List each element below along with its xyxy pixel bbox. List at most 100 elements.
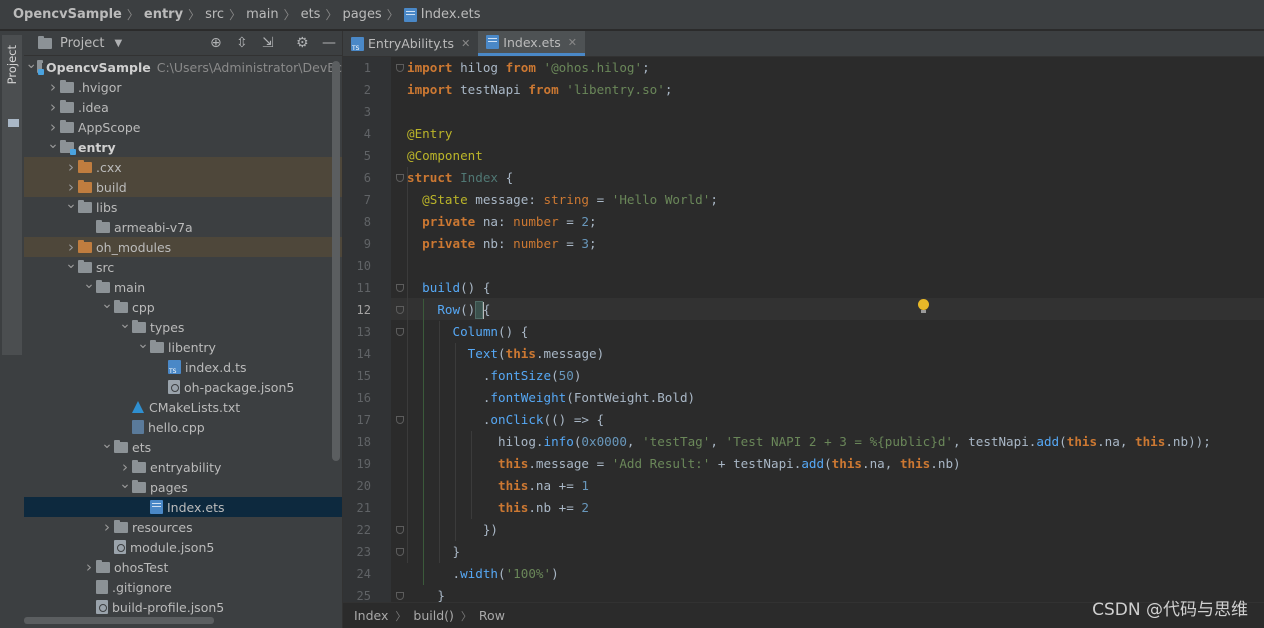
tree-folder[interactable]: › .cxx: [24, 157, 342, 177]
collapsed-arrow-icon[interactable]: ›: [64, 158, 78, 176]
expanded-arrow-icon[interactable]: ⌄: [100, 296, 114, 312]
editor-crumb-struct[interactable]: Index: [354, 608, 388, 623]
code-line[interactable]: .onClick(() => {: [407, 409, 604, 431]
breadcrumb-item-file[interactable]: Index.ets: [421, 7, 481, 22]
tree-folder[interactable]: armeabi-v7a: [24, 217, 342, 237]
close-icon[interactable]: ✕: [568, 36, 577, 49]
collapsed-arrow-icon[interactable]: ›: [118, 458, 132, 476]
expanded-arrow-icon[interactable]: ⌄: [100, 436, 114, 452]
code-line[interactable]: private nb: number = 3;: [407, 233, 596, 255]
breadcrumb-item-main[interactable]: main: [246, 7, 278, 22]
tree-scrollbar[interactable]: [332, 61, 340, 461]
code-token: ;: [589, 214, 597, 229]
breadcrumb-item-project[interactable]: OpencvSample: [13, 7, 122, 22]
collapsed-arrow-icon[interactable]: ›: [64, 178, 78, 196]
tree-folder[interactable]: › resources: [24, 517, 342, 537]
close-icon[interactable]: ✕: [461, 37, 470, 50]
tree-horizontal-scrollbar[interactable]: [24, 617, 214, 624]
chevron-down-icon[interactable]: ▼: [114, 38, 122, 49]
tree-file[interactable]: .gitignore: [24, 577, 342, 597]
expanded-arrow-icon[interactable]: ⌄: [118, 476, 132, 492]
code-line[interactable]: private na: number = 2;: [407, 211, 597, 233]
code-line[interactable]: build() {: [407, 277, 490, 299]
code-line[interactable]: @Entry: [407, 123, 453, 145]
tree-folder[interactable]: › AppScope: [24, 117, 342, 137]
code-line[interactable]: struct Index {: [407, 167, 513, 189]
tab-index[interactable]: Index.ets ✕: [478, 31, 586, 56]
tree-folder[interactable]: › ohosTest: [24, 557, 342, 577]
line-number-gutter[interactable]: 1 2 3 4 5 6 7 8 9 10 11 12 13 14 15 16 17 18 19 20 21 22 23 24 2…: [343, 57, 404, 603]
collapsed-arrow-icon[interactable]: ›: [64, 238, 78, 256]
code-line[interactable]: @State message: string = 'Hello World';: [407, 189, 718, 211]
code-line[interactable]: @Component: [407, 145, 483, 167]
code-line[interactable]: }): [407, 519, 498, 541]
code-line[interactable]: .fontWeight(FontWeight.Bold): [407, 387, 695, 409]
tree-root[interactable]: ⌄ OpencvSample C:\Users\Administrator\DevE…: [24, 56, 342, 77]
editor-crumb-build[interactable]: build(): [413, 608, 454, 623]
tree-folder[interactable]: › oh_modules: [24, 237, 342, 257]
code-token: () {: [460, 280, 491, 295]
tree-file[interactable]: oh-package.json5: [24, 377, 342, 397]
code-line[interactable]: import testNapi from 'libentry.so';: [407, 79, 672, 101]
code-line[interactable]: import hilog from '@ohos.hilog';: [407, 57, 650, 79]
gear-icon[interactable]: ⚙: [296, 35, 309, 51]
locate-icon[interactable]: ⊕: [210, 35, 222, 51]
code-line[interactable]: Text(this.message): [407, 343, 605, 365]
collapse-all-icon[interactable]: ⇲: [262, 35, 274, 51]
tree-folder[interactable]: ⌄ main: [24, 276, 342, 297]
collapsed-arrow-icon[interactable]: ›: [46, 98, 60, 116]
code-token: .: [407, 412, 491, 427]
expand-all-icon[interactable]: ⇳: [236, 35, 248, 51]
code-line[interactable]: this.na += 1: [407, 475, 589, 497]
collapsed-arrow-icon[interactable]: ›: [46, 118, 60, 136]
breadcrumb-item-pages[interactable]: pages: [342, 7, 381, 22]
breadcrumb-item-ets[interactable]: ets: [301, 7, 321, 22]
tree-file-selected[interactable]: Index.ets: [24, 497, 342, 517]
tree-file[interactable]: index.d.ts: [24, 357, 342, 377]
tree-file[interactable]: CMakeLists.txt: [24, 397, 342, 417]
breadcrumb-item-src[interactable]: src: [205, 7, 224, 22]
expanded-arrow-icon[interactable]: ⌄: [82, 276, 96, 292]
expanded-arrow-icon[interactable]: ⌄: [64, 256, 78, 272]
tree-folder[interactable]: › .idea: [24, 97, 342, 117]
tree-file[interactable]: hello.cpp: [24, 417, 342, 437]
tree-folder[interactable]: › .hvigor: [24, 77, 342, 97]
project-view-title[interactable]: Project: [60, 36, 104, 51]
tree-folder[interactable]: ⌄ libentry: [24, 336, 342, 357]
code-token: add: [801, 456, 825, 471]
collapsed-arrow-icon[interactable]: ›: [100, 518, 114, 536]
tree-file[interactable]: module.json5: [24, 537, 342, 557]
tree-folder[interactable]: ⌄ pages: [24, 476, 342, 497]
expanded-arrow-icon[interactable]: ⌄: [25, 56, 37, 72]
code-line[interactable]: Column() {: [407, 321, 529, 343]
code-line[interactable]: this.message = 'Add Result:' + testNapi.…: [407, 453, 961, 475]
tree-folder[interactable]: ⌄ src: [24, 256, 342, 277]
expanded-arrow-icon[interactable]: ⌄: [64, 196, 78, 212]
code-line[interactable]: hilog.info (0x0000, 'testTag', 'Test NAPI…: [407, 431, 1211, 453]
tree-folder[interactable]: ⌄ cpp: [24, 296, 342, 317]
expanded-arrow-icon[interactable]: ⌄: [118, 316, 132, 332]
tree-file[interactable]: build-profile.json5: [24, 597, 342, 617]
tree-folder[interactable]: › build: [24, 177, 342, 197]
project-stripe-button[interactable]: Project: [2, 35, 22, 355]
code-line[interactable]: .fontSize(50): [407, 365, 582, 387]
breadcrumb-item-entry[interactable]: entry: [144, 7, 183, 22]
tree-folder[interactable]: ⌄ ets: [24, 436, 342, 457]
tree-module[interactable]: ⌄ entry: [24, 136, 342, 157]
code-line[interactable]: this.nb += 2: [407, 497, 589, 519]
collapsed-arrow-icon[interactable]: ›: [46, 78, 60, 96]
tree-folder[interactable]: ⌄ types: [24, 316, 342, 337]
lightbulb-icon[interactable]: [918, 299, 929, 313]
collapsed-arrow-icon[interactable]: ›: [82, 558, 96, 576]
tree-folder[interactable]: › entryability: [24, 457, 342, 477]
expanded-arrow-icon[interactable]: ⌄: [136, 336, 150, 352]
code-editor[interactable]: import hilog from '@ohos.hilog'; import t…: [391, 57, 1264, 602]
minimize-icon[interactable]: —: [322, 35, 336, 51]
tab-entryability[interactable]: EntryAbility.ts ✕: [343, 31, 478, 56]
code-line[interactable]: }: [407, 585, 445, 602]
code-line[interactable]: .width('100%'): [407, 563, 558, 585]
code-line[interactable]: }: [407, 541, 460, 563]
tree-folder[interactable]: ⌄ libs: [24, 196, 342, 217]
expanded-arrow-icon[interactable]: ⌄: [46, 136, 60, 152]
editor-crumb-row[interactable]: Row: [479, 608, 505, 623]
